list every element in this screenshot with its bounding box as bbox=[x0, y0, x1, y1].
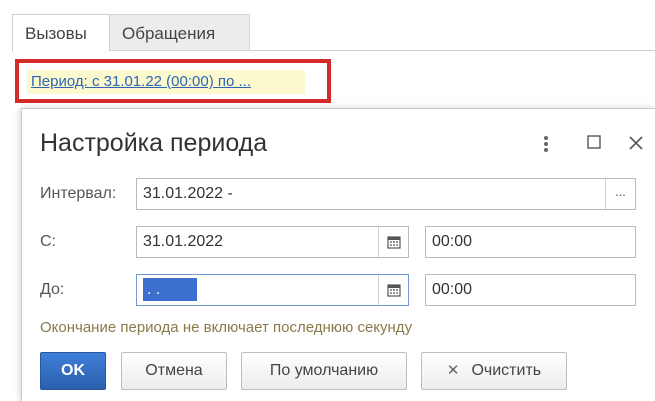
period-highlight-frame: Период: с 31.01.22 (00:00) по ... bbox=[15, 59, 331, 103]
default-button[interactable]: По умолчанию bbox=[241, 352, 407, 390]
from-date-value: 31.01.2022 bbox=[143, 233, 224, 250]
tab-bar: Вызовы Обращения bbox=[12, 14, 655, 52]
to-date-value: . . bbox=[143, 278, 197, 301]
from-label: С: bbox=[40, 233, 56, 250]
tab-calls[interactable]: Вызовы bbox=[12, 14, 110, 52]
more-vertical-icon[interactable] bbox=[533, 129, 559, 157]
calendar-icon[interactable] bbox=[378, 275, 408, 305]
interval-label: Интервал: bbox=[40, 185, 117, 202]
period-link[interactable]: Период: с 31.01.22 (00:00) по ... bbox=[27, 70, 305, 94]
maximize-icon[interactable] bbox=[581, 129, 607, 157]
close-icon[interactable] bbox=[623, 129, 649, 157]
calendar-icon[interactable] bbox=[378, 227, 408, 257]
from-time-field[interactable]: 00:00 bbox=[425, 226, 636, 258]
period-settings-dialog: Настройка периода Интервал: 31.01.2022 -… bbox=[21, 108, 655, 401]
ok-button[interactable]: OK bbox=[40, 352, 106, 390]
interval-field[interactable]: 31.01.2022 - ... bbox=[136, 178, 636, 210]
clear-icon: ✕ bbox=[446, 362, 460, 379]
to-label: До: bbox=[40, 281, 65, 298]
to-time-field[interactable]: 00:00 bbox=[425, 274, 636, 306]
clear-button[interactable]: ✕ Очистить bbox=[421, 352, 567, 390]
dialog-title: Настройка периода bbox=[40, 129, 268, 157]
tab-requests[interactable]: Обращения bbox=[110, 14, 250, 51]
interval-select-button[interactable]: ... bbox=[605, 179, 635, 209]
from-time-value: 00:00 bbox=[432, 233, 473, 250]
from-date-field[interactable]: 31.01.2022 bbox=[136, 226, 409, 258]
cancel-button[interactable]: Отмена bbox=[121, 352, 227, 390]
to-date-field[interactable]: . . bbox=[136, 274, 409, 306]
period-hint-text: Окончание периода не включает последнюю … bbox=[40, 319, 413, 336]
clear-button-label: Очистить bbox=[471, 362, 542, 379]
interval-value: 31.01.2022 - bbox=[143, 185, 233, 202]
to-time-value: 00:00 bbox=[432, 281, 473, 298]
